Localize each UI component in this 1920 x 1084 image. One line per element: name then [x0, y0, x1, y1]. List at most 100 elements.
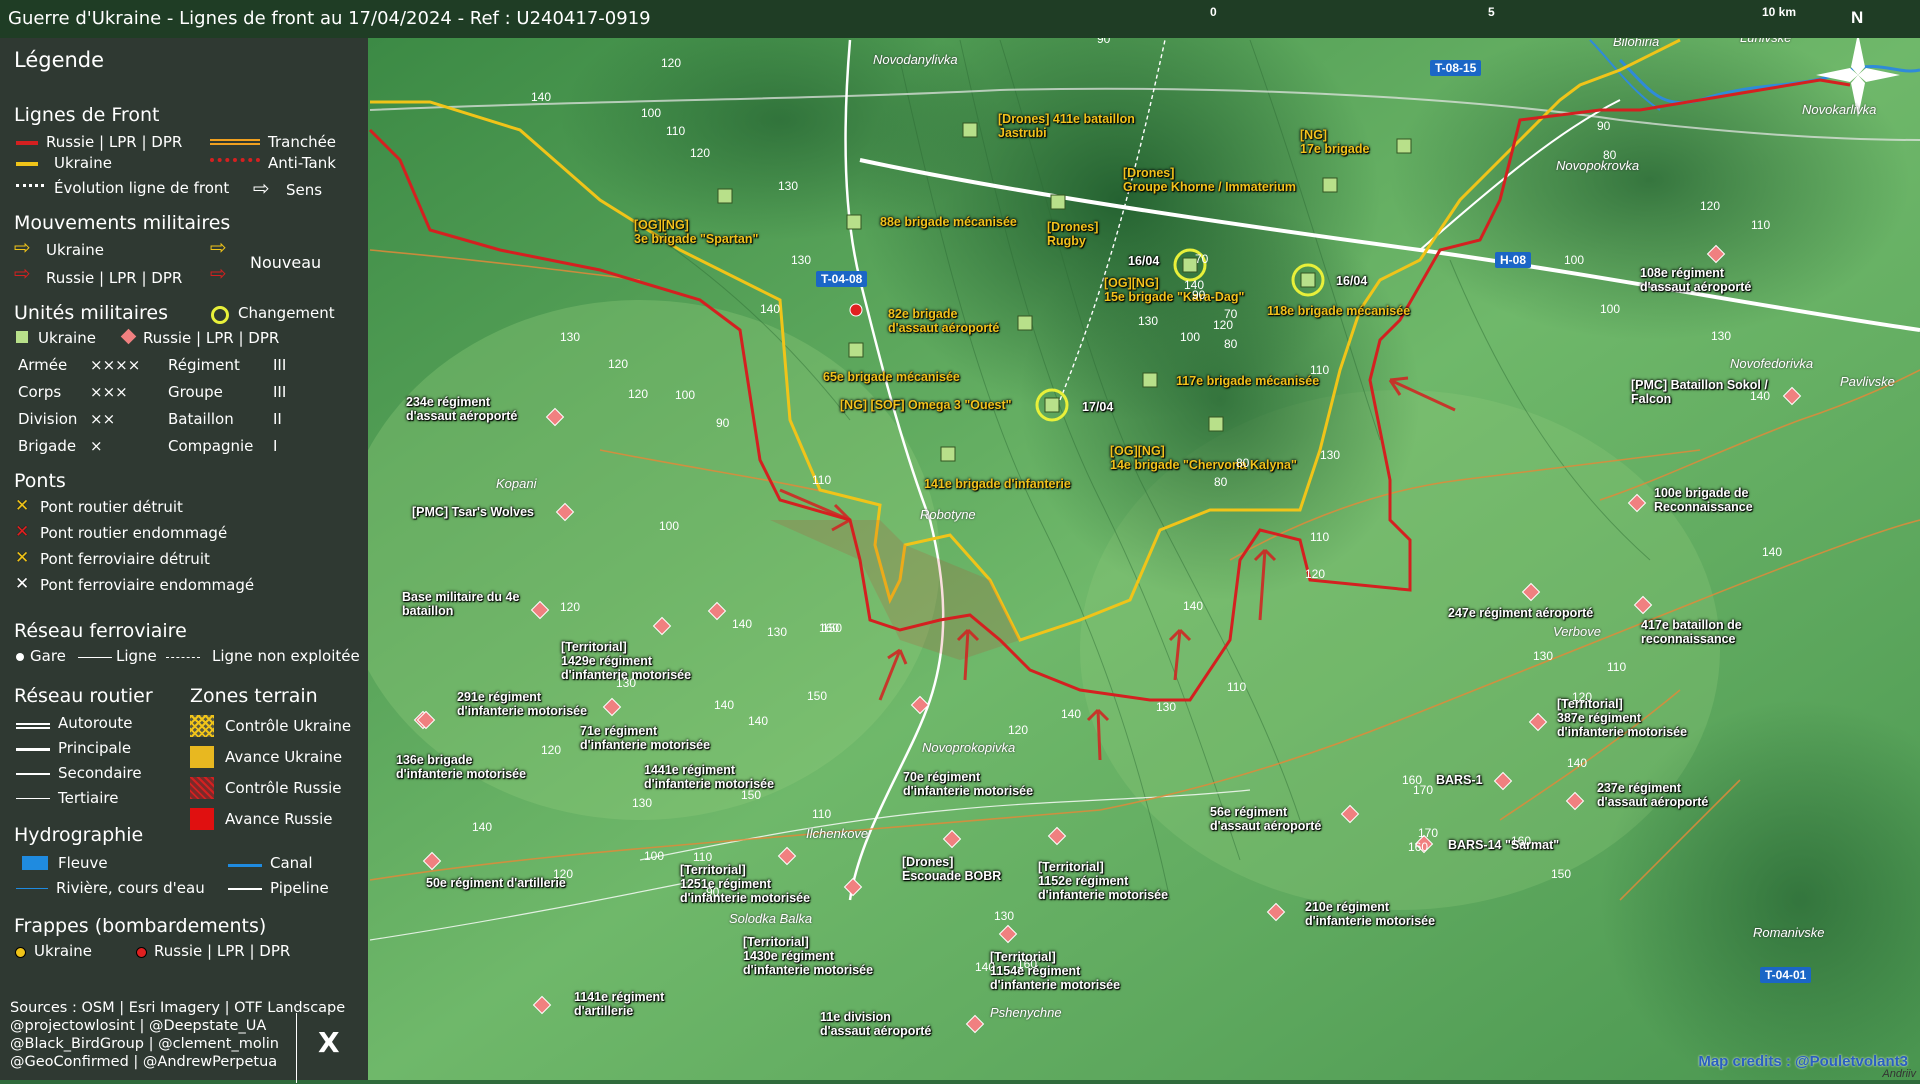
scale-label: 10 km — [1762, 5, 1797, 19]
unit-label-russia: [Territorial] 1154e régiment d'infanteri… — [990, 950, 1121, 992]
unit-label-russia: 11e division d'assaut aéroporté — [820, 1010, 932, 1038]
unit-label-russia: 1441e régiment d'infanterie motorisée — [644, 763, 775, 791]
station-icon — [16, 653, 24, 661]
unit-label-ukraine: [OG][NG] 15e brigade "Kara-Dag" — [1104, 276, 1245, 304]
elevation-label: 110 — [812, 473, 832, 487]
legend-roads-heading: Réseau routier — [14, 685, 153, 707]
legend-move-ukraine: Ukraine — [46, 241, 104, 259]
elevation-label: 110 — [1607, 660, 1627, 674]
unit-label-ukraine: [OG][NG] 14e brigade "Chervona Kalyna" — [1110, 444, 1297, 472]
rank-name: Régiment — [168, 356, 240, 374]
elevation-label: 120 — [1572, 690, 1593, 704]
legend-front-evolution: Évolution ligne de front — [54, 179, 230, 197]
legend-rail-heading: Réseau ferroviaire — [14, 620, 187, 642]
unit-symbol-ukraine — [1300, 272, 1316, 288]
elevation-label: 110 — [1310, 530, 1330, 544]
unit-symbol-ukraine — [1142, 372, 1158, 388]
arrow-new-russia-icon: ⇨ — [210, 261, 227, 285]
legend-hydro-canal: Canal — [270, 854, 313, 872]
map-canvas[interactable]: T-04-08 T-08-15 H-08 T-04-01 Novodanylivka Bi… — [340, 0, 1920, 1084]
unit-label-russia: 56e régiment d'assaut aéroporté — [1210, 805, 1322, 833]
elevation-label: 140 — [1183, 599, 1204, 613]
change-date-label: 16/04 — [1336, 274, 1368, 288]
place-name: Novodanylivka — [873, 52, 958, 67]
place-name: Pshenychne — [990, 1005, 1062, 1020]
elevation-label: 120 — [560, 600, 581, 614]
elevation-label: 140 — [472, 820, 493, 834]
place-name: Novoprokopivka — [922, 740, 1016, 755]
rank-symbol: ××× — [90, 383, 128, 401]
arrow-new-ukraine-icon: ⇨ — [210, 235, 227, 259]
road-swatch — [16, 798, 50, 799]
unit-symbol-ukraine — [1208, 416, 1224, 432]
elevation-label: 120 — [1213, 318, 1234, 332]
elevation-label: 140 — [1567, 756, 1588, 770]
rank-name: Bataillon — [168, 410, 234, 428]
road-badge: H-08 — [1495, 252, 1532, 268]
swatch-pipeline — [228, 888, 262, 890]
unit-label-russia: [PMC] Tsar's Wolves — [412, 505, 534, 519]
map-title: Guerre d'Ukraine - Lignes de front au 17… — [8, 8, 651, 29]
unit-label-russia: 247e régiment aéroporté — [1448, 606, 1594, 620]
unit-symbol-ukraine — [1017, 315, 1033, 331]
change-date-label: 17/04 — [1082, 400, 1114, 414]
elevation-label: 120 — [690, 146, 711, 160]
unit-label-ukraine: 82e brigade d'assaut aéroporté — [888, 307, 1000, 335]
legend-front-ukraine: Ukraine — [54, 154, 112, 172]
unit-label-ukraine: 65e brigade mécanisée — [823, 370, 960, 384]
legend-strike-russia: Russie | LPR | DPR — [154, 942, 291, 960]
swatch-stream — [16, 888, 48, 889]
road-legend-label: Autoroute — [58, 714, 133, 732]
place-name: Verbove — [1553, 624, 1601, 639]
elevation-label: 160 — [1017, 957, 1038, 971]
elevation-label: 140 — [748, 714, 769, 728]
place-name: Kopani — [496, 476, 537, 491]
unit-label-ukraine: 118e brigade mécanisée — [1267, 304, 1411, 318]
unit-label-ukraine: 141e brigade d'infanterie — [924, 477, 1071, 491]
place-name: Romanivske — [1753, 925, 1825, 940]
scale-label: 5 — [1488, 5, 1495, 19]
elevation-label: 130 — [616, 676, 637, 690]
unit-label-russia: 237e régiment d'assaut aéroporté — [1597, 781, 1709, 809]
sources-divider — [296, 1013, 297, 1083]
unit-label-russia: 108e régiment d'assaut aéroporté — [1640, 266, 1752, 294]
unit-symbol-ukraine — [1396, 138, 1412, 154]
unit-label-russia: 1141e régiment d'artillerie — [574, 990, 665, 1018]
elevation-label: 100 — [644, 849, 665, 863]
elevation-label: 150 — [1551, 867, 1572, 881]
arrow-right-icon: ⇨ — [253, 176, 270, 200]
legend-rail-line: Ligne — [116, 647, 157, 665]
bridge-label: Pont ferroviaire endommagé — [40, 576, 255, 594]
rank-name: Groupe — [168, 383, 223, 401]
unit-label-russia: 136e brigade d'infanterie motorisée — [396, 753, 527, 781]
elevation-label: 150 — [807, 689, 828, 703]
rank-symbol: III — [273, 356, 287, 374]
bridge-label: Pont routier endommagé — [40, 524, 228, 542]
elevation-label: 100 — [1600, 302, 1621, 316]
legend-hydro-heading: Hydrographie — [14, 824, 144, 846]
elevation-label: 170 — [1418, 826, 1439, 840]
swatch-rail-unused — [166, 657, 200, 658]
legend-move-russia: Russie | LPR | DPR — [46, 269, 183, 287]
road-legend-label: Tertiaire — [58, 789, 119, 807]
elevation-label: 140 — [714, 698, 735, 712]
x-logo-icon[interactable]: X — [318, 1026, 340, 1059]
road-badge: T-08-15 — [1430, 60, 1482, 76]
elevation-label: 170 — [1413, 783, 1434, 797]
unit-label-ukraine: [Drones] 411e bataillon Jastrubi — [998, 112, 1135, 140]
swatch-trench — [210, 139, 260, 145]
elevation-label: 100 — [1564, 253, 1585, 267]
source-line: @GeoConfirmed | @AndrewPerpetua — [10, 1054, 278, 1070]
elevation-label: 160 — [1511, 834, 1532, 848]
legend-front-direction: Sens — [286, 181, 323, 199]
bridge-label: Pont routier détruit — [40, 498, 183, 516]
elevation-label: 120 — [1305, 567, 1326, 581]
unit-label-russia: 291e régiment d'infanterie motorisée — [457, 690, 588, 718]
unit-label-ukraine: [NG] 17e brigade — [1300, 128, 1370, 156]
elevation-label: 130 — [1320, 448, 1341, 462]
place-name: Robotyne — [920, 507, 976, 522]
legend-hydro-stream: Rivière, cours d'eau — [56, 879, 205, 897]
legend-title: Légende — [14, 48, 105, 72]
legend-units-heading: Unités militaires — [14, 302, 169, 324]
elevation-label: 130 — [632, 796, 653, 810]
